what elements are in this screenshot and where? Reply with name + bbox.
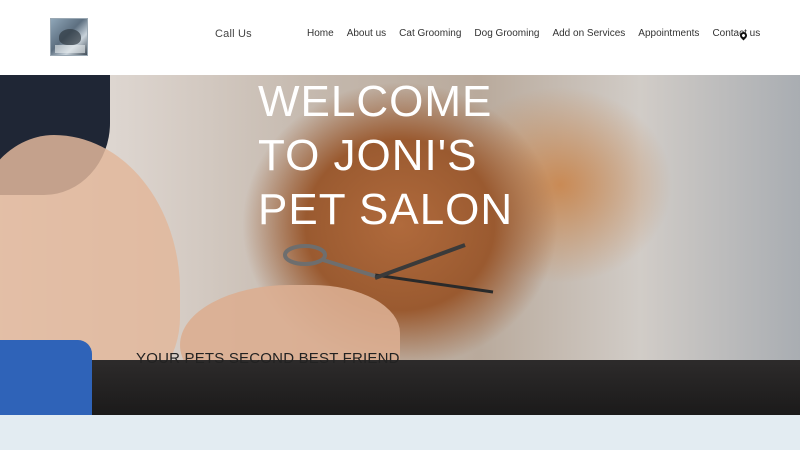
hero-title-line-3: PET SALON <box>258 185 514 234</box>
hero-title-line-1: WELCOME <box>258 77 493 126</box>
nav-dog-grooming[interactable]: Dog Grooming <box>474 28 539 39</box>
hero-title: WELCOME TO JONI'S PET SALON <box>258 75 513 237</box>
nav-contact-us[interactable]: Contact us <box>712 28 760 39</box>
nav-appointments[interactable]: Appointments <box>638 28 699 39</box>
bottom-section-band <box>0 415 800 450</box>
nav-add-on-services[interactable]: Add on Services <box>552 28 625 39</box>
main-nav: Home About us Cat Grooming Dog Grooming … <box>307 28 773 39</box>
scissors-icon <box>283 243 494 294</box>
pet-salon-logo[interactable] <box>50 18 88 56</box>
call-us-link[interactable]: Call Us <box>215 28 252 40</box>
nav-about-us[interactable]: About us <box>347 28 386 39</box>
grooming-brush <box>0 340 92 415</box>
nav-cat-grooming[interactable]: Cat Grooming <box>399 28 461 39</box>
hero-title-line-2: TO JONI'S <box>258 131 478 180</box>
hero-subtitle: YOUR PETS SECOND BEST FRIEND <box>136 350 400 367</box>
site-header: Call Us Home About us Cat Grooming Dog G… <box>0 0 800 75</box>
grooming-table <box>0 360 800 415</box>
nav-home[interactable]: Home <box>307 28 334 39</box>
